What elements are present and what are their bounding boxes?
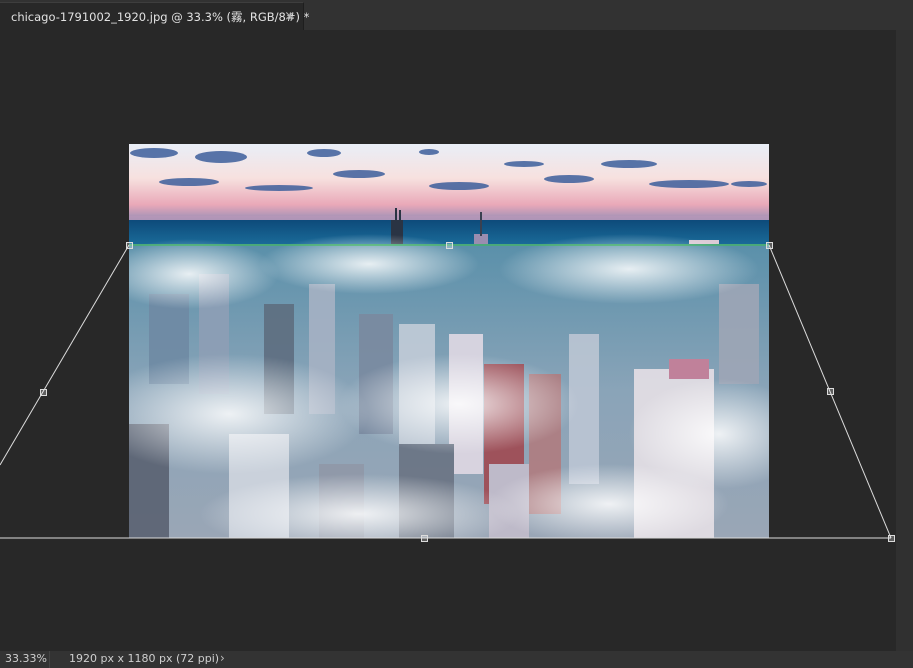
transform-handle-top-middle[interactable] bbox=[446, 242, 453, 249]
transform-handle-left-middle[interactable] bbox=[40, 389, 47, 396]
status-divider bbox=[49, 651, 50, 668]
zoom-level[interactable]: 33.33% bbox=[5, 652, 47, 665]
chevron-right-icon[interactable]: › bbox=[220, 651, 225, 665]
transform-left-edge bbox=[0, 244, 130, 466]
transform-handle-bottom-right[interactable] bbox=[888, 535, 895, 542]
transform-handle-right-middle[interactable] bbox=[827, 388, 834, 395]
transform-overlay bbox=[0, 242, 895, 542]
transform-handle-bottom-middle[interactable] bbox=[421, 535, 428, 542]
document-info: 1920 px x 1180 px (72 ppi) bbox=[69, 652, 220, 665]
status-bar: 33.33% 1920 px x 1180 px (72 ppi) › bbox=[0, 651, 913, 668]
transform-handle-top-left[interactable] bbox=[126, 242, 133, 249]
transform-handle-top-right[interactable] bbox=[766, 242, 773, 249]
